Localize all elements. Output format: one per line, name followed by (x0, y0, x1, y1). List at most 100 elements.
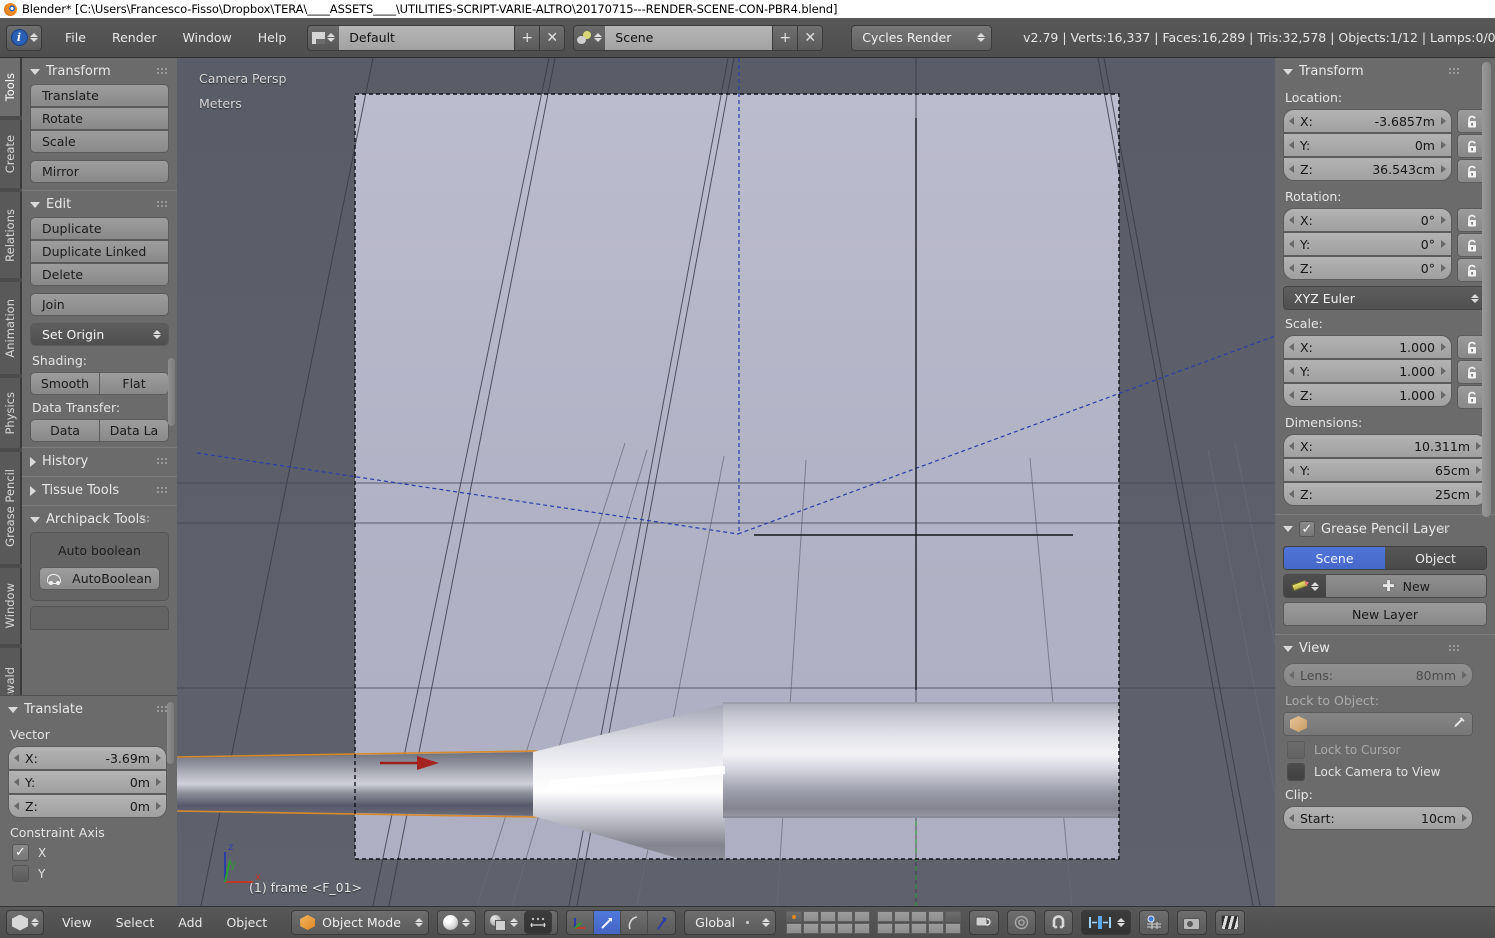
gp-object-tab[interactable]: Object (1385, 547, 1486, 569)
scene-value[interactable]: Scene (605, 24, 774, 51)
editor-type-selector[interactable] (6, 910, 44, 935)
editor-type-selector-info[interactable]: i (6, 24, 43, 51)
viewport-shading-selector[interactable] (437, 910, 477, 935)
data-button[interactable]: Data (30, 419, 100, 442)
increment-arrow-icon[interactable] (1441, 264, 1446, 272)
layer-cell[interactable] (911, 911, 928, 922)
panel-header-edit[interactable]: Edit (22, 191, 177, 217)
increment-arrow-icon[interactable] (1441, 216, 1446, 224)
decrement-arrow-icon[interactable] (1289, 117, 1294, 125)
layer-group-2[interactable] (877, 911, 962, 934)
manipulator-extra-icon[interactable] (648, 911, 676, 934)
increment-arrow-icon[interactable] (1441, 343, 1446, 351)
transform-orientation-selector[interactable]: Global (684, 910, 777, 935)
scene-selector[interactable]: Scene + ✕ (573, 24, 824, 51)
sidebar-item-grease-pencil[interactable]: Grease Pencil (0, 452, 22, 564)
lock-camera-to-view-row[interactable]: Lock Camera to View (1287, 763, 1495, 781)
grip-dots-icon[interactable] (156, 200, 169, 209)
shade-smooth-button[interactable]: Smooth (30, 372, 100, 395)
properties-panel-scrollbar[interactable] (1482, 62, 1491, 517)
scale-x-field[interactable]: X: 1.000 (1283, 335, 1452, 359)
scene-icon[interactable] (573, 24, 606, 51)
layer-cell[interactable] (803, 923, 820, 934)
checkbox-unchecked-icon[interactable] (12, 865, 29, 882)
decrement-arrow-icon[interactable] (14, 802, 19, 810)
translate-manipulator-icon[interactable] (567, 911, 595, 934)
constraint-axis-y-row[interactable]: Y (12, 865, 177, 882)
mirror-button[interactable]: Mirror (30, 160, 169, 183)
lock-to-scene-icon[interactable] (969, 910, 1000, 935)
layer-cell[interactable] (820, 923, 837, 934)
increment-arrow-icon[interactable] (1462, 814, 1467, 822)
increment-arrow-icon[interactable] (1476, 490, 1481, 498)
rotation-mode-dropdown[interactable]: XYZ Euler (1283, 286, 1487, 310)
panel-header-transform-props[interactable]: Transform (1275, 58, 1495, 84)
menu-window[interactable]: Window (169, 26, 244, 49)
grip-dots-icon[interactable] (1437, 524, 1451, 534)
lens-field[interactable]: Lens: 80mm (1283, 663, 1473, 687)
menu-view[interactable]: View (50, 911, 104, 934)
location-z-field[interactable]: Z: 36.543cm (1283, 157, 1452, 181)
rotate-manipulator-icon[interactable] (594, 911, 622, 934)
grease-pencil-enable-checkbox[interactable]: ✓ (1299, 521, 1315, 537)
rotation-z-field[interactable]: Z: 0° (1283, 256, 1452, 280)
scale-manipulator-icon[interactable] (621, 911, 649, 934)
increment-arrow-icon[interactable] (1441, 391, 1446, 399)
decrement-arrow-icon[interactable] (1289, 466, 1294, 474)
snap-target-icon[interactable] (1081, 910, 1132, 935)
decrement-arrow-icon[interactable] (1289, 367, 1294, 375)
grip-dots-icon[interactable] (138, 515, 152, 524)
delete-scene-button[interactable]: ✕ (798, 24, 824, 51)
layer-cell[interactable] (854, 923, 871, 934)
rotate-button[interactable]: Rotate (30, 107, 169, 130)
decrement-arrow-icon[interactable] (1289, 240, 1294, 248)
layer-cell[interactable] (894, 911, 911, 922)
layer-group-1[interactable] (786, 911, 871, 934)
panel-header-tissue-tools[interactable]: Tissue Tools (22, 477, 177, 503)
sidebar-item-relations[interactable]: Relations (0, 192, 22, 278)
pivot-point-selector[interactable] (484, 910, 559, 935)
menu-object[interactable]: Object (214, 911, 279, 934)
set-origin-dropdown[interactable]: Set Origin (30, 323, 169, 346)
snap-magnet-icon[interactable] (1044, 910, 1074, 935)
render-engine-selector[interactable]: Cycles Render (851, 24, 993, 51)
increment-arrow-icon[interactable] (1441, 117, 1446, 125)
location-y-field[interactable]: Y: 0m (1283, 133, 1452, 157)
layer-cell[interactable] (894, 923, 911, 934)
clip-start-field[interactable]: Start: 10cm (1283, 806, 1473, 830)
increment-arrow-icon[interactable] (1441, 165, 1446, 173)
add-scene-button[interactable]: + (773, 24, 799, 51)
delete-screen-button[interactable]: ✕ (540, 24, 566, 51)
new-grease-pencil-button[interactable]: ✚ New (1326, 575, 1486, 597)
layer-cell[interactable] (786, 923, 803, 934)
increment-arrow-icon[interactable] (1462, 671, 1467, 679)
sidebar-item-physics[interactable]: Physics (0, 378, 22, 448)
grip-dots-icon[interactable] (1448, 644, 1461, 653)
increment-arrow-icon[interactable] (156, 778, 161, 786)
duplicate-linked-button[interactable]: Duplicate Linked (30, 240, 169, 263)
interaction-mode-selector[interactable]: Object Mode (291, 910, 430, 935)
sidebar-item-tools[interactable]: Tools (0, 58, 22, 116)
autoboolean-button[interactable]: AutoBoolean (39, 567, 160, 590)
checkbox-unchecked-icon[interactable] (1287, 763, 1305, 781)
layer-cell[interactable] (911, 923, 928, 934)
layer-cell[interactable] (945, 911, 962, 922)
panel-header-transform[interactable]: Transform (22, 58, 177, 84)
screen-layout-value[interactable]: Default (339, 24, 516, 51)
eyedropper-icon[interactable] (1452, 716, 1466, 733)
sidebar-item-animation[interactable]: Animation (0, 282, 22, 374)
decrement-arrow-icon[interactable] (1289, 216, 1294, 224)
decrement-arrow-icon[interactable] (1289, 264, 1294, 272)
decrement-arrow-icon[interactable] (1289, 814, 1294, 822)
layer-cell[interactable] (820, 911, 837, 922)
rotation-y-field[interactable]: Y: 0° (1283, 232, 1452, 256)
data-layout-button[interactable]: Data La (100, 419, 169, 442)
checkbox-unchecked-icon[interactable] (1287, 741, 1305, 759)
duplicate-button[interactable]: Duplicate (30, 217, 169, 240)
join-button[interactable]: Join (30, 293, 169, 316)
grip-dots-icon[interactable] (156, 67, 169, 76)
constraint-axis-x-row[interactable]: ✓ X (12, 844, 177, 861)
operator-panel-scrollbar[interactable] (167, 702, 174, 764)
decrement-arrow-icon[interactable] (1289, 391, 1294, 399)
increment-arrow-icon[interactable] (1441, 240, 1446, 248)
